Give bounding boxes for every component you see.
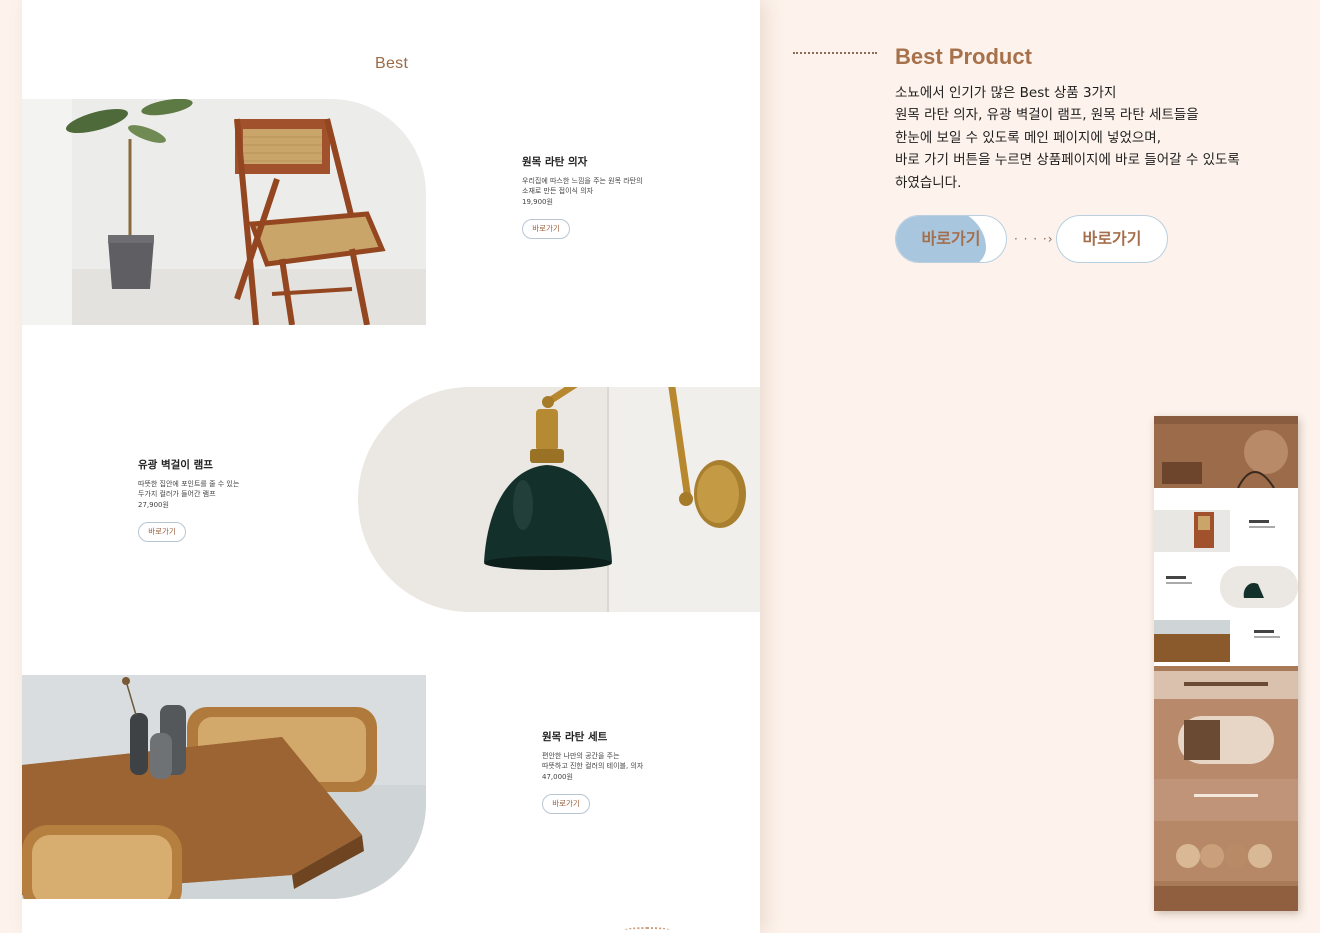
- decorative-dotted-arc: [624, 927, 670, 933]
- go-to-product-button[interactable]: 바로가기: [138, 522, 186, 542]
- product-name: 원목 라탄 의자: [522, 156, 588, 168]
- product-price: 27,900원: [138, 501, 169, 509]
- button-default-state-demo[interactable]: 바로가기: [1056, 215, 1168, 263]
- go-to-product-button[interactable]: 바로가기: [522, 219, 570, 239]
- lamp-product-image[interactable]: [358, 387, 760, 612]
- go-to-product-button[interactable]: 바로가기: [542, 794, 590, 814]
- product-description: 우리집에 따스한 느낌을 주는 원목 라탄의 소재로 만든 접이식 의자: [522, 177, 643, 195]
- dotted-arrow-icon: · · · ·›: [1014, 232, 1054, 246]
- section-description: 소뇨에서 인기가 많은 Best 상품 3가지 원목 라탄 의자, 유광 벽걸이…: [895, 85, 1240, 191]
- button-label: 바로가기: [1082, 229, 1142, 248]
- button-label: 바로가기: [921, 229, 981, 248]
- table-set-product-image[interactable]: [22, 675, 426, 899]
- dotted-divider: [793, 52, 877, 54]
- section-title: Best Product: [895, 44, 1032, 69]
- product-name: 유광 벽걸이 램프: [138, 459, 213, 471]
- product-description: 따뜻한 집안에 포인트를 줄 수 있는 두가지 컬러가 들어간 램프: [138, 480, 240, 498]
- product-card-chair: 원목 라탄 의자 우리집에 따스한 느낌을 주는 원목 라탄의 소재로 만든 접…: [522, 154, 643, 239]
- chair-product-image[interactable]: [22, 99, 426, 325]
- product-name: 원목 라탄 세트: [542, 731, 608, 743]
- product-card-lamp: 유광 벽걸이 램프 따뜻한 집안에 포인트를 줄 수 있는 두가지 컬러가 들어…: [138, 457, 239, 542]
- full-page-thumbnail: [1154, 416, 1298, 911]
- product-card-table-set: 원목 라탄 세트 편안한 나만의 공간을 주는 따뜻하고 진한 컬러의 테이블,…: [542, 729, 643, 814]
- best-section-label: Best: [375, 55, 409, 72]
- button-hover-state-demo[interactable]: 바로가기: [895, 215, 1007, 263]
- page-mockup: Best 원목 라탄 의자 우리집에 따스한 느낌을 주는 원목 라탄의 소재로…: [22, 0, 760, 933]
- product-description: 편안한 나만의 공간을 주는 따뜻하고 진한 컬러의 테이블, 의자: [542, 752, 644, 770]
- product-price: 19,900원: [522, 198, 553, 206]
- product-price: 47,000원: [542, 773, 573, 781]
